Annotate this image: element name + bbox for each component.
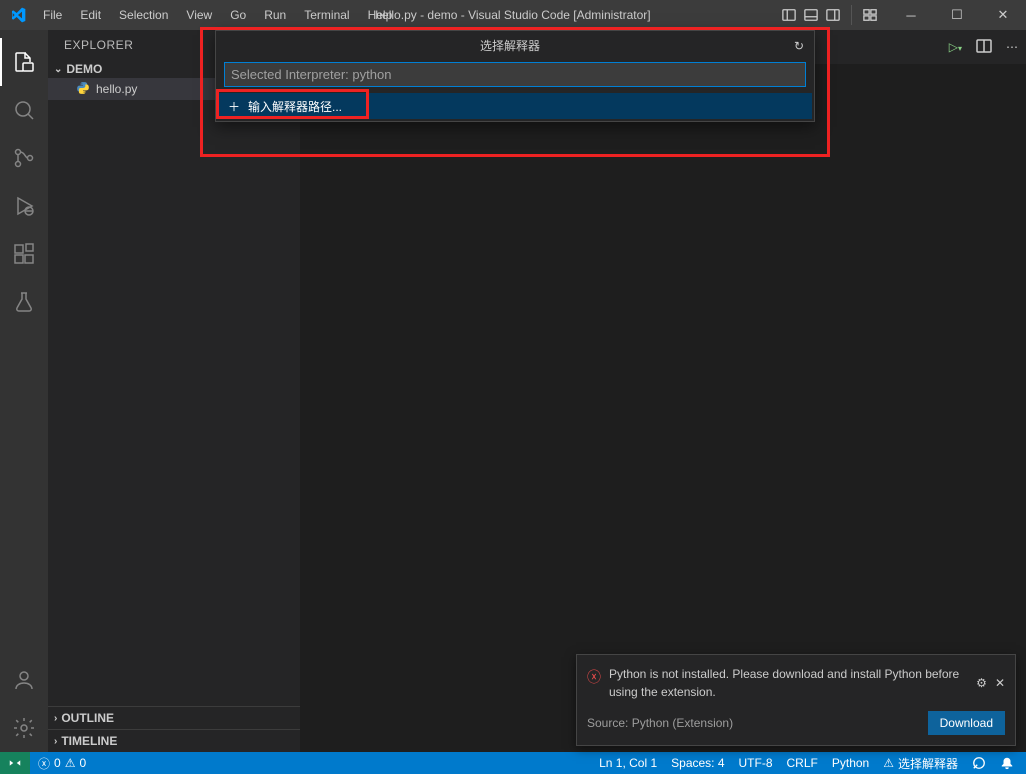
notification-message: Python is not installed. Please download… xyxy=(609,665,968,701)
encoding-status[interactable]: UTF-8 xyxy=(739,756,773,770)
interpreter-picker: 选择解释器 ↻ ＋ 输入解释器路径... xyxy=(215,30,815,122)
editor-area: ▷▾ ⋯ xyxy=(300,30,1026,752)
outline-section[interactable]: › OUTLINE xyxy=(48,706,300,729)
error-circle-icon: ⓧ xyxy=(587,667,601,701)
picker-title: 选择解释器 xyxy=(226,37,794,54)
explorer-title: EXPLORER xyxy=(64,38,133,52)
settings-gear-icon[interactable] xyxy=(0,704,48,752)
menu-terminal[interactable]: Terminal xyxy=(296,4,357,26)
layout-grid-icon xyxy=(862,7,878,23)
toggle-panel-left-icon[interactable] xyxy=(781,7,797,23)
interpreter-search-input[interactable] xyxy=(224,62,806,87)
layout-controls xyxy=(771,5,852,25)
menu-edit[interactable]: Edit xyxy=(72,4,109,26)
run-debug-icon[interactable] xyxy=(0,182,48,230)
menu-run[interactable]: Run xyxy=(256,4,294,26)
minimize-button[interactable]: ─ xyxy=(888,0,934,30)
notification-settings-icon[interactable]: ⚙ xyxy=(976,676,987,690)
search-icon[interactable] xyxy=(0,86,48,134)
plus-icon: ＋ xyxy=(228,98,240,115)
status-bar: ⓧ0 ⚠0 Ln 1, Col 1 Spaces: 4 UTF-8 CRLF P… xyxy=(0,752,1026,774)
timeline-section[interactable]: › TIMELINE xyxy=(48,729,300,752)
interpreter-status[interactable]: ⚠ 选择解释器 xyxy=(883,755,958,772)
cursor-position[interactable]: Ln 1, Col 1 xyxy=(599,756,657,770)
run-button-icon[interactable]: ▷▾ xyxy=(949,40,962,54)
file-name: hello.py xyxy=(96,82,137,96)
indentation-status[interactable]: Spaces: 4 xyxy=(671,756,724,770)
enter-path-option[interactable]: ＋ 输入解释器路径... xyxy=(218,93,812,119)
remote-status[interactable] xyxy=(0,752,30,774)
toggle-panel-bottom-icon[interactable] xyxy=(803,7,819,23)
window-title: hello.py - demo - Visual Studio Code [Ad… xyxy=(375,8,650,22)
error-icon: ⓧ xyxy=(38,755,50,772)
eol-status[interactable]: CRLF xyxy=(787,756,818,770)
feedback-icon[interactable] xyxy=(972,756,986,770)
notification-source: Source: Python (Extension) xyxy=(587,716,733,730)
python-not-installed-notification: ⓧ Python is not installed. Please downlo… xyxy=(576,654,1016,746)
vscode-logo-icon xyxy=(0,7,35,23)
explorer-sidebar: EXPLORER ⋯ ⌄ DEMO hello.py › OUTLINE › T… xyxy=(48,30,300,752)
warning-icon: ⚠ xyxy=(65,756,76,770)
activity-bar xyxy=(0,30,48,752)
chevron-right-icon: › xyxy=(54,713,57,724)
toggle-panel-right-icon[interactable] xyxy=(825,7,841,23)
more-actions-icon[interactable]: ⋯ xyxy=(1006,40,1018,54)
menu-view[interactable]: View xyxy=(178,4,220,26)
source-control-icon[interactable] xyxy=(0,134,48,182)
download-button[interactable]: Download xyxy=(928,711,1005,735)
chevron-down-icon: ⌄ xyxy=(54,64,62,75)
split-editor-icon[interactable] xyxy=(976,38,992,57)
chevron-right-icon: › xyxy=(54,736,57,747)
maximize-button[interactable]: ☐ xyxy=(934,0,980,30)
language-mode[interactable]: Python xyxy=(832,756,869,770)
menu-selection[interactable]: Selection xyxy=(111,4,176,26)
extensions-icon[interactable] xyxy=(0,230,48,278)
close-button[interactable]: ✕ xyxy=(980,0,1026,30)
menu-bar: File Edit Selection View Go Run Terminal… xyxy=(35,4,400,26)
accounts-icon[interactable] xyxy=(0,656,48,704)
title-bar: File Edit Selection View Go Run Terminal… xyxy=(0,0,1026,30)
project-name: DEMO xyxy=(66,62,102,76)
menu-go[interactable]: Go xyxy=(222,4,254,26)
problems-status[interactable]: ⓧ0 ⚠0 xyxy=(38,755,86,772)
notification-close-icon[interactable]: ✕ xyxy=(995,676,1005,690)
refresh-icon[interactable]: ↻ xyxy=(794,39,804,53)
customize-layout[interactable] xyxy=(852,5,888,25)
python-file-icon xyxy=(76,81,90,98)
explorer-icon[interactable] xyxy=(0,38,48,86)
notifications-icon[interactable] xyxy=(1000,756,1014,770)
remote-icon xyxy=(8,756,22,770)
testing-icon[interactable] xyxy=(0,278,48,326)
menu-file[interactable]: File xyxy=(35,4,70,26)
